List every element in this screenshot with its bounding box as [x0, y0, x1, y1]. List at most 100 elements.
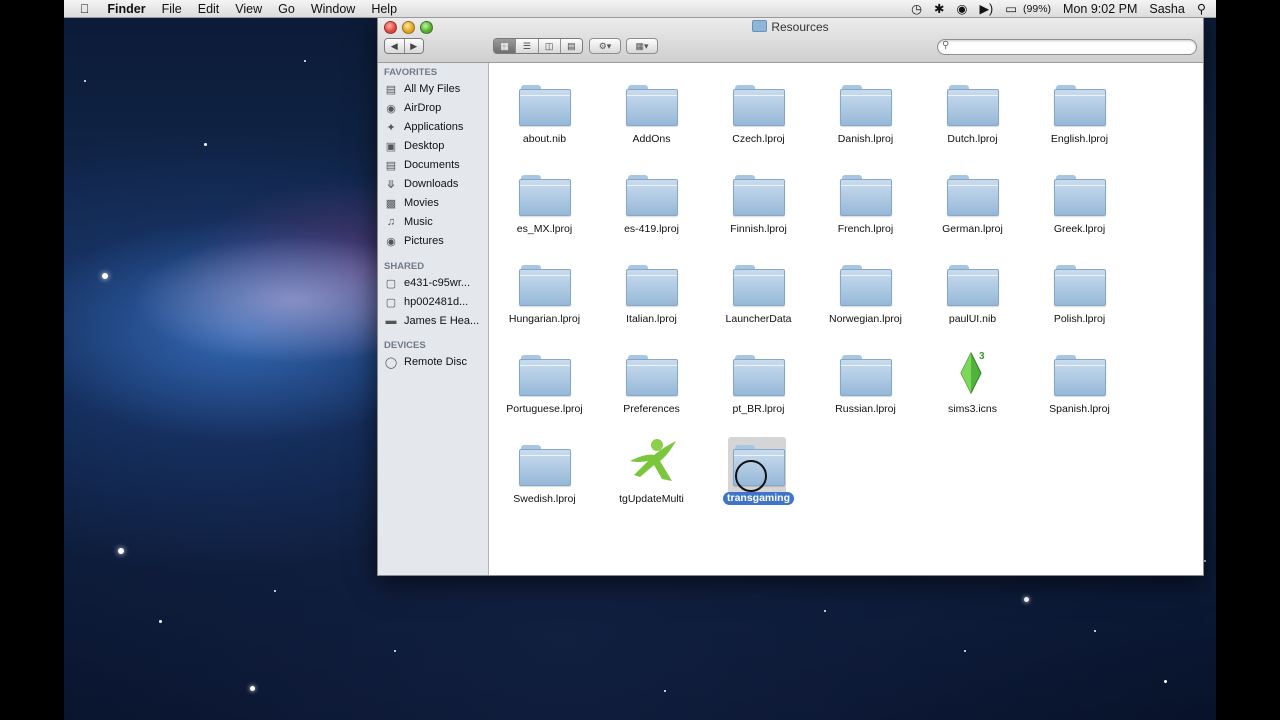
sidebar-item-desktop[interactable]: ▣ Desktop [384, 137, 488, 155]
file-name: transgaming [723, 492, 794, 505]
file-name: Dutch.lproj [947, 133, 998, 145]
folder-icon [626, 265, 678, 306]
cursor-click-indicator [735, 460, 767, 492]
icon-view-button[interactable]: ▦ [494, 39, 517, 53]
folder-icon [519, 445, 571, 486]
menu-help[interactable]: Help [363, 2, 405, 16]
file-item[interactable]: Russian.lproj [812, 345, 919, 425]
server-icon: ▬ [385, 315, 397, 327]
menu-edit[interactable]: Edit [190, 2, 228, 16]
file-item[interactable]: Finnish.lproj [705, 165, 812, 245]
file-item[interactable]: es-419.lproj [598, 165, 705, 245]
file-name: about.nib [522, 133, 567, 145]
file-item[interactable]: Greek.lproj [1026, 165, 1133, 245]
sidebar-item-airdrop[interactable]: ◉ AirDrop [384, 99, 488, 117]
file-item[interactable]: tgUpdateMulti [598, 435, 705, 515]
file-item[interactable]: Preferences [598, 345, 705, 425]
folder-icon [840, 355, 892, 396]
folder-icon [626, 175, 678, 216]
battery-icon[interactable]: ▭ [999, 1, 1023, 16]
file-item[interactable]: German.lproj [919, 165, 1026, 245]
sidebar-item-movies[interactable]: ▩ Movies [384, 194, 488, 212]
file-item[interactable]: about.nib [491, 75, 598, 155]
sidebar-item-applications[interactable]: ✦ Applications [384, 118, 488, 136]
file-item[interactable]: Portuguese.lproj [491, 345, 598, 425]
sidebar-item-label: Remote Disc [404, 356, 467, 368]
gear-icon: ⚙▾ [598, 40, 612, 51]
list-view-button[interactable]: ☰ [516, 39, 539, 53]
menu-window[interactable]: Window [303, 2, 363, 16]
folder-icon [519, 265, 571, 306]
arrange-menu-button[interactable]: ▦▾ [626, 38, 658, 54]
sidebar-item-label: Movies [404, 197, 439, 209]
menu-bar:  Finder File Edit View Go Window Help ◷… [64, 0, 1216, 18]
tgupdate-app-icon [630, 439, 676, 481]
file-item[interactable]: 3 sims3.icns [919, 345, 1026, 425]
search-field[interactable]: ⚲ [937, 39, 1197, 55]
sidebar-item-label: AirDrop [404, 102, 442, 114]
sidebar-item-downloads[interactable]: ⤋ Downloads [384, 175, 488, 193]
sidebar-item-shared-3[interactable]: ▬ James E Hea... [384, 312, 488, 330]
volume-icon[interactable]: ▶) [973, 1, 999, 16]
file-name: Italian.lproj [626, 313, 677, 325]
sidebar-item-remote-disc[interactable]: ◯ Remote Disc [384, 353, 488, 371]
file-item[interactable]: Danish.lproj [812, 75, 919, 155]
back-button[interactable]: ◀ [385, 39, 405, 53]
file-item[interactable]: Polish.lproj [1026, 255, 1133, 335]
time-machine-icon[interactable]: ◷ [905, 1, 928, 16]
sims-plumbob-icon: 3 [960, 351, 985, 395]
sidebar-item-pictures[interactable]: ◉ Pictures [384, 232, 488, 250]
file-name: Russian.lproj [835, 403, 896, 415]
sidebar-header-devices: DEVICES [384, 340, 426, 351]
file-item[interactable]: paulUI.nib [919, 255, 1026, 335]
wifi-icon[interactable]: ◉ [951, 1, 974, 16]
sidebar-item-label: James E Hea... [404, 315, 480, 327]
sidebar-item-label: All My Files [404, 83, 461, 95]
folder-icon [1054, 85, 1106, 126]
folder-icon [947, 85, 999, 126]
action-menu-button[interactable]: ⚙▾ [589, 38, 621, 54]
apple-menu-icon[interactable]:  [64, 2, 99, 16]
file-item[interactable]: Hungarian.lproj [491, 255, 598, 335]
downloads-icon: ⤋ [386, 178, 396, 191]
file-item[interactable]: Czech.lproj [705, 75, 812, 155]
sidebar-item-label: e431-c95wr... [404, 277, 471, 289]
bluetooth-icon[interactable]: ✱ [928, 1, 950, 16]
desktop-icon: ▣ [385, 140, 397, 153]
battery-percent: (99%) [1023, 2, 1052, 15]
user-menu[interactable]: Sasha [1143, 2, 1190, 16]
menu-go[interactable]: Go [270, 2, 303, 16]
folder-icon [733, 175, 785, 216]
coverflow-view-button[interactable]: ▤ [560, 39, 582, 53]
app-menu[interactable]: Finder [99, 2, 153, 16]
file-item[interactable]: French.lproj [812, 165, 919, 245]
menu-file[interactable]: File [154, 2, 190, 16]
file-item[interactable]: pt_BR.lproj [705, 345, 812, 425]
menu-view[interactable]: View [227, 2, 270, 16]
file-name: Spanish.lproj [1049, 403, 1110, 415]
file-item[interactable]: es_MX.lproj [491, 165, 598, 245]
spotlight-icon[interactable]: ⚲ [1191, 1, 1216, 16]
sidebar-item-shared-2[interactable]: ▢ hp002481d... [384, 293, 488, 311]
file-item[interactable]: Dutch.lproj [919, 75, 1026, 155]
sidebar-item-music[interactable]: ♫ Music [384, 213, 488, 231]
file-item[interactable]: Norwegian.lproj [812, 255, 919, 335]
file-item[interactable]: English.lproj [1026, 75, 1133, 155]
title-bar: Resources ◀ ▶ ▦ ☰ ◫ ▤ ⚙▾ ▦▾ ⚲ [378, 18, 1203, 63]
sidebar-item-shared-1[interactable]: ▢ e431-c95wr... [384, 274, 488, 292]
forward-button[interactable]: ▶ [404, 39, 423, 53]
file-item[interactable]: Italian.lproj [598, 255, 705, 335]
file-grid: about.nib AddOns Czech.lproj Danish.lproj Du… [489, 63, 1203, 575]
file-item[interactable]: transgaming [705, 435, 812, 515]
airdrop-icon: ◉ [386, 102, 396, 115]
file-item[interactable]: Spanish.lproj [1026, 345, 1133, 425]
file-item[interactable]: Swedish.lproj [491, 435, 598, 515]
sidebar-item-all-my-files[interactable]: ▤ All My Files [384, 80, 488, 98]
clock[interactable]: Mon 9:02 PM [1057, 2, 1143, 16]
file-item[interactable]: LauncherData [705, 255, 812, 335]
column-view-button[interactable]: ◫ [538, 39, 561, 53]
sidebar-item-documents[interactable]: ▤ Documents [384, 156, 488, 174]
file-name: LauncherData [725, 313, 792, 325]
sidebar-item-label: Music [404, 216, 433, 228]
file-item[interactable]: AddOns [598, 75, 705, 155]
